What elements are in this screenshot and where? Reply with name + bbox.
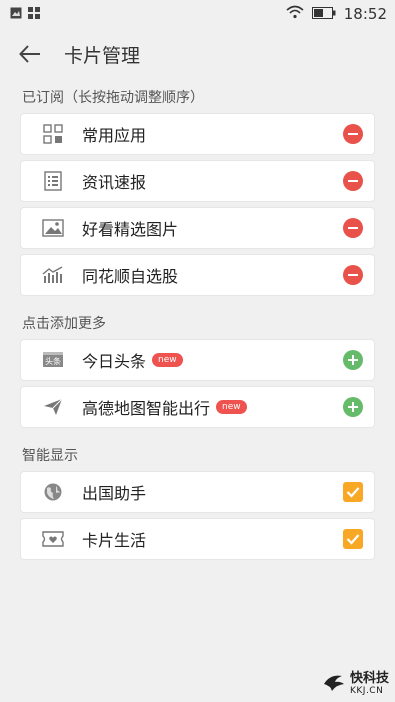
card-label: 卡片生活 (82, 531, 147, 550)
card-item[interactable]: 卡片生活 (21, 519, 374, 559)
add-button[interactable] (343, 350, 363, 370)
arrow-left-icon (19, 45, 40, 63)
card-item[interactable]: 高德地图智能出行 new (21, 387, 374, 427)
card-label: 同花顺自选股 (82, 267, 179, 286)
checkmark-icon (346, 487, 360, 498)
checkmark-icon (346, 534, 360, 545)
status-bar: 18:52 (0, 0, 395, 28)
card-item[interactable]: 资讯速报 (21, 161, 374, 201)
globe-icon (42, 481, 64, 503)
back-button[interactable] (16, 40, 44, 68)
card-item[interactable]: 同花顺自选股 (21, 255, 374, 295)
toutiao-icon: 头条 (42, 349, 64, 371)
card-item[interactable]: 常用应用 (21, 114, 374, 154)
image-notification-icon (10, 5, 22, 23)
battery-icon (311, 5, 336, 23)
section-header-smart-display: 智能显示 (22, 448, 78, 464)
navigation-icon (42, 396, 64, 418)
app-bar: 卡片管理 (0, 28, 395, 80)
new-badge: new (152, 353, 183, 367)
picture-icon (42, 217, 64, 239)
notification-icons (10, 5, 40, 23)
checkbox[interactable] (343, 482, 363, 502)
card-label: 常用应用 (82, 126, 147, 145)
status-time: 18:52 (343, 5, 387, 23)
card-label: 今日头条 (82, 352, 147, 371)
status-indicators: 18:52 (286, 5, 387, 23)
watermark: 快科技 KKJ.CN (322, 672, 389, 698)
remove-button[interactable] (343, 265, 363, 285)
ticket-icon (42, 528, 64, 550)
app-notification-icon (28, 5, 40, 23)
add-button[interactable] (343, 397, 363, 417)
app-grid-icon (42, 123, 64, 145)
card-item[interactable]: 好看精选图片 (21, 208, 374, 248)
card-item[interactable]: 出国助手 (21, 472, 374, 512)
card-label: 资讯速报 (82, 173, 147, 192)
card-label: 出国助手 (82, 484, 147, 503)
remove-button[interactable] (343, 171, 363, 191)
new-badge: new (216, 400, 247, 414)
watermark-title: 快科技 (349, 671, 389, 686)
card-label: 高德地图智能出行 (82, 399, 211, 418)
remove-button[interactable] (343, 124, 363, 144)
svg-text:头条: 头条 (45, 356, 61, 366)
watermark-domain: KKJ.CN (349, 686, 384, 696)
card-item[interactable]: 头条 今日头条 new (21, 340, 374, 380)
bird-logo-icon (322, 672, 346, 698)
card-label: 好看精选图片 (82, 220, 179, 239)
news-list-icon (42, 170, 64, 192)
page-title: 卡片管理 (64, 44, 141, 67)
section-header-subscribed: 已订阅（长按拖动调整顺序） (22, 90, 204, 106)
section-header-add-more: 点击添加更多 (22, 316, 106, 332)
remove-button[interactable] (343, 218, 363, 238)
checkbox[interactable] (343, 529, 363, 549)
stock-chart-icon (42, 264, 64, 286)
wifi-icon (286, 5, 304, 23)
